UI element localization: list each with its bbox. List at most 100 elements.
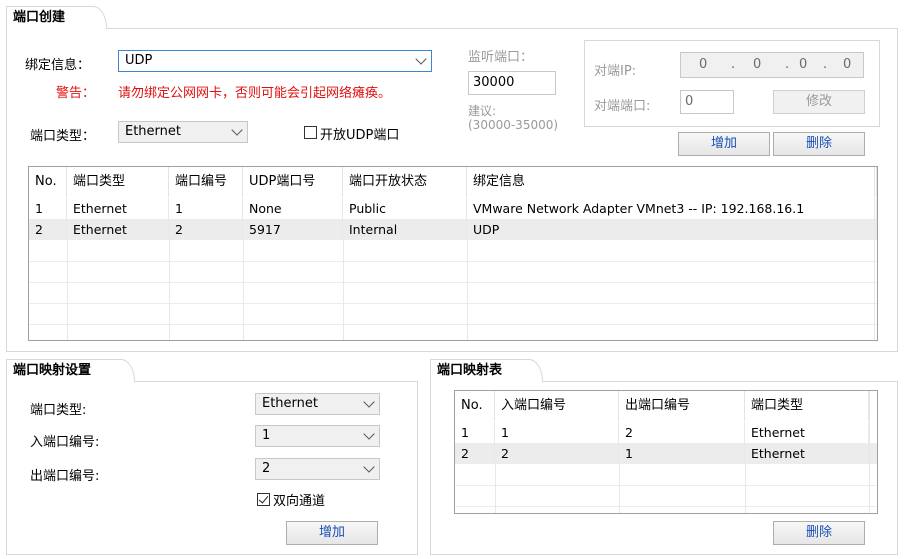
ip-dot: .	[731, 57, 736, 72]
empty-row	[29, 261, 877, 283]
port-create-title: 端口创建	[6, 6, 107, 29]
add-port-button[interactable]: 增加	[678, 132, 770, 156]
col-header[interactable]: 出端口编号	[619, 391, 745, 421]
map-type-select-value: Ethernet	[262, 396, 318, 411]
suggest-label: 建议:	[468, 104, 497, 118]
column-divider	[243, 240, 244, 340]
port-table[interactable]: No. 端口类型 端口编号 UDP端口号 端口开放状态 绑定信息 1 Ether…	[28, 166, 878, 341]
table-row[interactable]: 2 2 1 Ethernet	[455, 443, 877, 464]
listen-port-label: 监听端口：	[468, 50, 534, 65]
bind-select-value: UDP	[125, 53, 153, 68]
peer-ip-octet-2: 0	[753, 57, 762, 72]
listen-port-input[interactable]: 30000	[468, 71, 556, 95]
suggest-range: (30000-35000)	[468, 118, 559, 132]
column-divider	[169, 240, 170, 340]
port-map-settings-title: 端口映射设置	[6, 359, 135, 382]
out-port-label: 出端口编号:	[30, 469, 100, 484]
table-cell: 5917	[243, 219, 343, 240]
table-row[interactable]: 1 1 2 Ethernet	[455, 422, 877, 443]
bidirectional-checkbox[interactable]	[257, 493, 270, 506]
table-cell: Ethernet	[67, 198, 169, 219]
modify-button[interactable]: 修改	[773, 90, 865, 114]
table-row[interactable]: 1 Ethernet 1 None Public VMware Network …	[29, 198, 877, 219]
column-divider	[495, 464, 496, 513]
peer-ip-label: 对端IP:	[594, 64, 637, 79]
port-table-header: No. 端口类型 端口编号 UDP端口号 端口开放状态 绑定信息	[29, 167, 877, 197]
table-cell: UDP	[467, 219, 877, 240]
table-cell: Public	[343, 198, 467, 219]
empty-row	[29, 240, 877, 262]
table-cell: VMware Network Adapter VMnet3 -- IP: 192…	[467, 198, 877, 219]
peer-port-label: 对端端口:	[594, 99, 651, 114]
col-header[interactable]: 绑定信息	[467, 167, 877, 197]
column-divider	[869, 391, 870, 513]
in-port-select-value: 1	[262, 428, 271, 443]
peer-ip-octet-3: 0	[799, 57, 808, 72]
bidirectional-label: 双向通道	[273, 494, 326, 509]
empty-row	[29, 324, 877, 340]
port-type-label: 端口类型：	[30, 129, 96, 144]
open-udp-checkbox[interactable]	[304, 126, 317, 139]
column-divider	[619, 464, 620, 513]
table-cell: 2	[169, 219, 243, 240]
warning-text: 请勿绑定公网网卡，否则可能会引起网络瘫痪。	[118, 86, 392, 101]
bind-select[interactable]: UDP	[118, 50, 432, 72]
table-cell: Ethernet	[745, 422, 869, 443]
peer-ip-input[interactable]: 0 . 0 . 0 . 0	[680, 52, 864, 78]
chevron-down-icon	[415, 53, 427, 65]
warning-label: 警告：	[56, 86, 96, 101]
column-divider	[745, 464, 746, 513]
peer-ip-octet-4: 0	[843, 57, 852, 72]
table-cell: Ethernet	[67, 219, 169, 240]
chevron-down-icon	[231, 124, 243, 136]
in-port-select[interactable]: 1	[255, 425, 380, 447]
table-cell: Internal	[343, 219, 467, 240]
column-divider	[67, 240, 68, 340]
port-type-select[interactable]: Ethernet	[118, 121, 248, 143]
col-header[interactable]: No.	[455, 391, 495, 421]
table-cell: 1	[169, 198, 243, 219]
table-cell: 1	[619, 443, 745, 464]
column-divider	[467, 240, 468, 340]
empty-row	[455, 485, 877, 507]
table-cell: 2	[619, 422, 745, 443]
empty-row	[29, 303, 877, 325]
chevron-down-icon	[363, 461, 375, 473]
open-udp-label: 开放UDP端口	[320, 128, 400, 143]
table-cell: 1	[495, 422, 619, 443]
col-header[interactable]: No.	[29, 167, 67, 197]
port-map-table-header: No. 入端口编号 出端口编号 端口类型	[455, 391, 877, 421]
in-port-label: 入端口编号:	[30, 435, 100, 450]
delete-port-button[interactable]: 删除	[773, 132, 865, 156]
map-type-select[interactable]: Ethernet	[255, 393, 380, 415]
col-header[interactable]: UDP端口号	[243, 167, 343, 197]
empty-row	[29, 282, 877, 304]
table-cell: 2	[495, 443, 619, 464]
out-port-select[interactable]: 2	[255, 458, 380, 480]
col-header[interactable]: 入端口编号	[495, 391, 619, 421]
map-type-label: 端口类型:	[30, 403, 87, 418]
table-cell: 1	[29, 198, 67, 219]
column-divider	[874, 167, 875, 340]
port-map-table[interactable]: No. 入端口编号 出端口编号 端口类型 1 1 2 Ethernet 2 2 …	[454, 390, 878, 514]
peer-port-input[interactable]: 0	[680, 90, 734, 114]
col-header[interactable]: 端口编号	[169, 167, 243, 197]
bind-label: 绑定信息：	[25, 58, 91, 73]
col-header[interactable]: 端口开放状态	[343, 167, 467, 197]
add-mapping-button[interactable]: 增加	[286, 521, 378, 545]
peer-ip-octet-1: 0	[699, 57, 708, 72]
table-cell: 1	[455, 422, 495, 443]
port-type-select-value: Ethernet	[125, 124, 181, 139]
table-cell: None	[243, 198, 343, 219]
chevron-down-icon	[363, 428, 375, 440]
table-cell: Ethernet	[745, 443, 869, 464]
table-cell: 2	[29, 219, 67, 240]
col-header[interactable]: 端口类型	[745, 391, 869, 421]
delete-mapping-button[interactable]: 删除	[773, 521, 865, 545]
column-divider	[343, 240, 344, 340]
col-header[interactable]: 端口类型	[67, 167, 169, 197]
ip-dot: .	[823, 57, 828, 72]
out-port-select-value: 2	[262, 461, 271, 476]
table-row[interactable]: 2 Ethernet 2 5917 Internal UDP	[29, 219, 877, 240]
empty-row	[455, 464, 877, 486]
